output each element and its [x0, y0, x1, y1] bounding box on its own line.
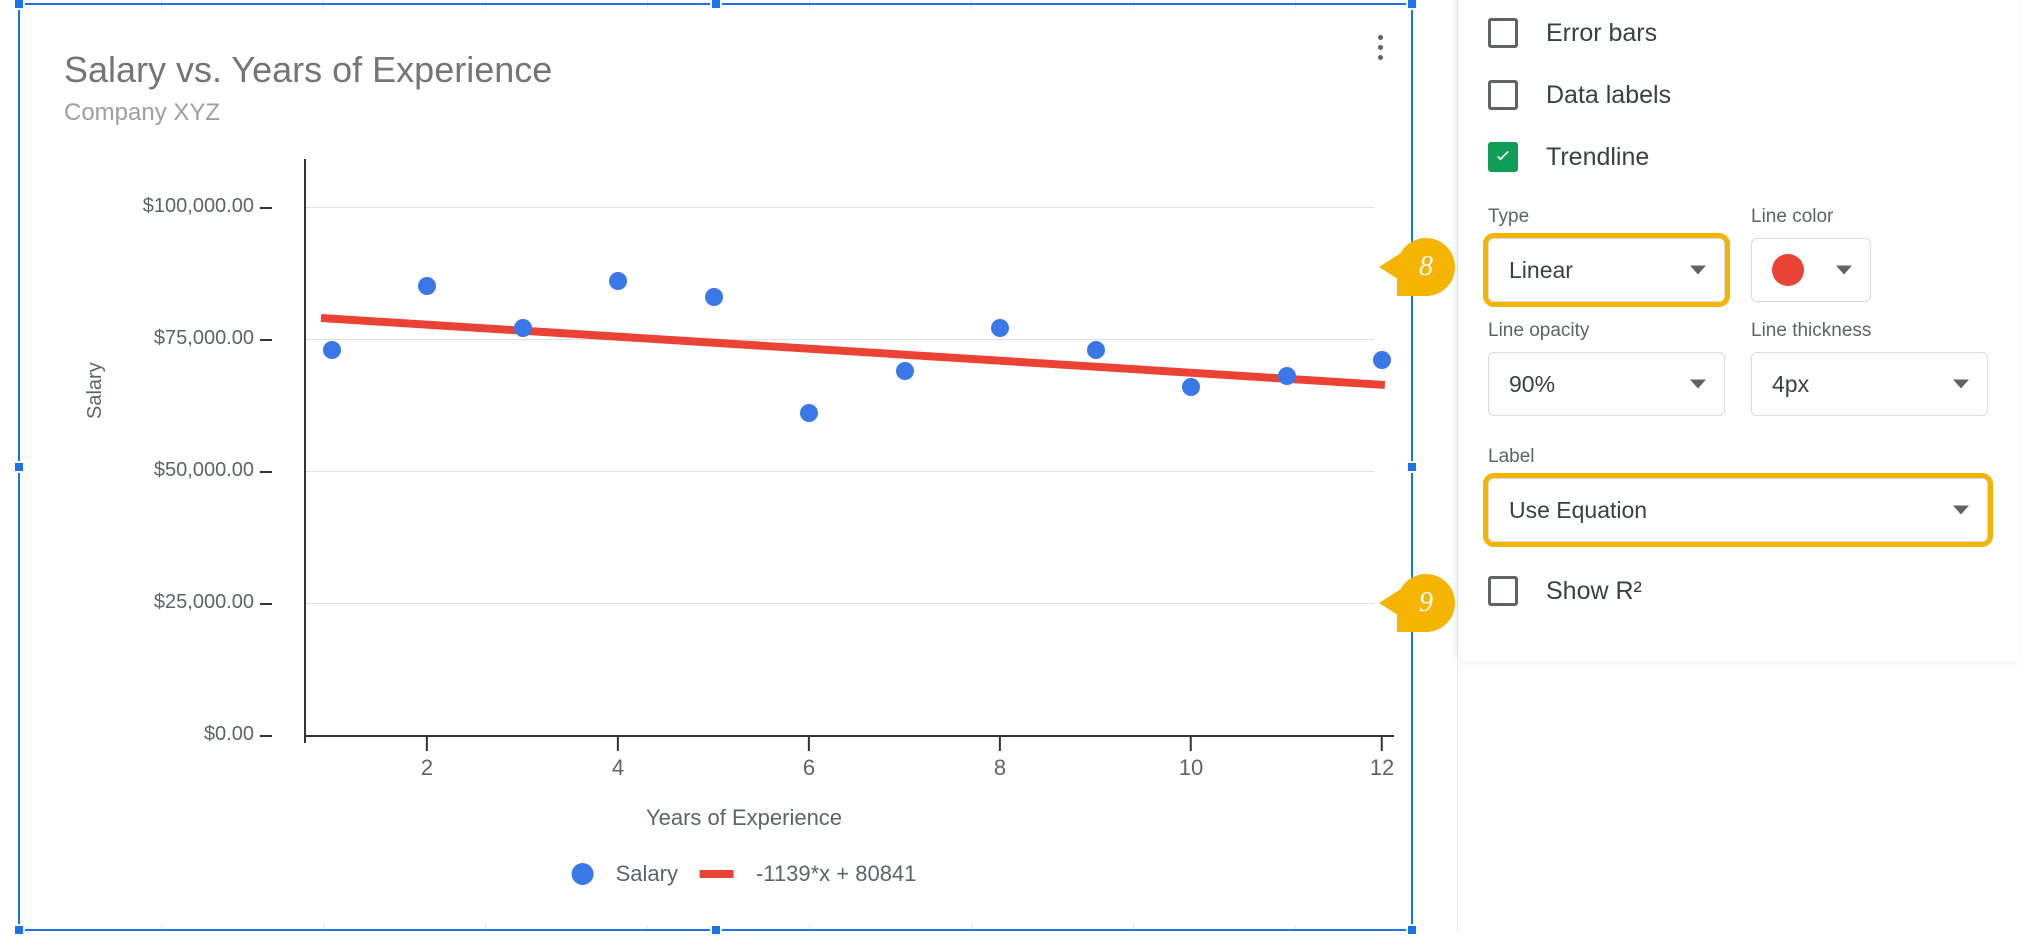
trendline-checkbox[interactable] [1488, 142, 1518, 172]
line-color-label: Line color [1751, 206, 1988, 228]
resize-handle-rm[interactable] [1406, 461, 1418, 473]
callout-badge-9: 9 [1397, 574, 1455, 632]
callout-badge-8: 8 [1397, 238, 1455, 296]
chevron-down-icon [1953, 506, 1969, 515]
data-point [705, 288, 723, 306]
y-axis-line [304, 159, 306, 743]
legend-trend-label: -1139*x + 80841 [756, 861, 916, 887]
x-tick: 12 [1370, 755, 1394, 780]
data-point [1182, 378, 1200, 396]
data-point [991, 319, 1009, 337]
y-tick: $0.00 [204, 723, 254, 746]
data-point [609, 272, 627, 290]
line-opacity-dropdown[interactable]: 90% [1488, 352, 1725, 416]
resize-handle-tr[interactable] [1406, 0, 1418, 10]
chart-legend: Salary -1139*x + 80841 [572, 861, 917, 887]
trendline-type-value: Linear [1509, 257, 1573, 284]
chart-plot-area: Salary $100,000.00 $75,000.00 $50,000.00… [94, 159, 1394, 799]
chart-subtitle: Company XYZ [64, 99, 220, 127]
data-labels-label: Data labels [1546, 81, 1671, 110]
trendline [321, 314, 1385, 389]
x-tick: 10 [1179, 755, 1203, 780]
y-axis-label: Salary [84, 362, 107, 419]
line-color-dropdown[interactable] [1751, 238, 1871, 302]
chart-selection[interactable]: Salary vs. Years of Experience Company X… [18, 3, 1413, 931]
y-tick: $50,000.00 [154, 459, 254, 482]
trendline-type-dropdown[interactable]: Linear [1488, 238, 1725, 302]
resize-handle-br[interactable] [1406, 924, 1418, 936]
thickness-label: Line thickness [1751, 320, 1988, 342]
data-labels-checkbox[interactable] [1488, 80, 1518, 110]
x-tick: 8 [994, 755, 1006, 780]
chevron-down-icon [1690, 380, 1706, 389]
x-tick: 6 [803, 755, 815, 780]
x-tick: 2 [421, 755, 433, 780]
data-point [1087, 341, 1105, 359]
data-point [896, 362, 914, 380]
error-bars-checkbox[interactable] [1488, 18, 1518, 48]
resize-handle-bm[interactable] [710, 924, 722, 936]
chart-card: Salary vs. Years of Experience Company X… [24, 9, 1407, 925]
show-r2-checkbox[interactable] [1488, 576, 1518, 606]
data-point [323, 341, 341, 359]
resize-handle-bl[interactable] [13, 924, 25, 936]
line-thickness-dropdown[interactable]: 4px [1751, 352, 1988, 416]
legend-marker-trend [700, 870, 734, 878]
chevron-down-icon [1836, 266, 1852, 275]
chart-overflow-menu[interactable] [1365, 27, 1395, 67]
type-label: Type [1488, 206, 1725, 228]
chart-title: Salary vs. Years of Experience [64, 49, 552, 91]
trendline-label-value: Use Equation [1509, 497, 1647, 524]
y-tick: $75,000.00 [154, 327, 254, 350]
x-tick: 4 [612, 755, 624, 780]
x-axis-line [304, 735, 1394, 737]
legend-series-label: Salary [616, 861, 678, 887]
trendline-label-label: Label [1488, 446, 1988, 468]
legend-marker-series [572, 863, 594, 885]
x-axis-label: Years of Experience [646, 805, 842, 831]
trendline-label-dropdown[interactable]: Use Equation [1488, 478, 1988, 542]
chevron-down-icon [1953, 380, 1969, 389]
data-point [800, 404, 818, 422]
line-thickness-value: 4px [1772, 371, 1809, 398]
data-point [1373, 351, 1391, 369]
show-r2-label: Show R² [1546, 577, 1642, 606]
opacity-label: Line opacity [1488, 320, 1725, 342]
line-opacity-value: 90% [1509, 371, 1555, 398]
y-tick: $100,000.00 [143, 195, 254, 218]
line-color-swatch [1772, 254, 1804, 286]
data-point [1278, 367, 1296, 385]
trendline-label: Trendline [1546, 143, 1649, 172]
chart-editor-sidebar: Error bars Data labels Trendline Type Li… [1458, 0, 2018, 662]
data-point [514, 319, 532, 337]
error-bars-label: Error bars [1546, 19, 1657, 48]
chevron-down-icon [1690, 266, 1706, 275]
data-point [418, 277, 436, 295]
y-tick: $25,000.00 [154, 591, 254, 614]
